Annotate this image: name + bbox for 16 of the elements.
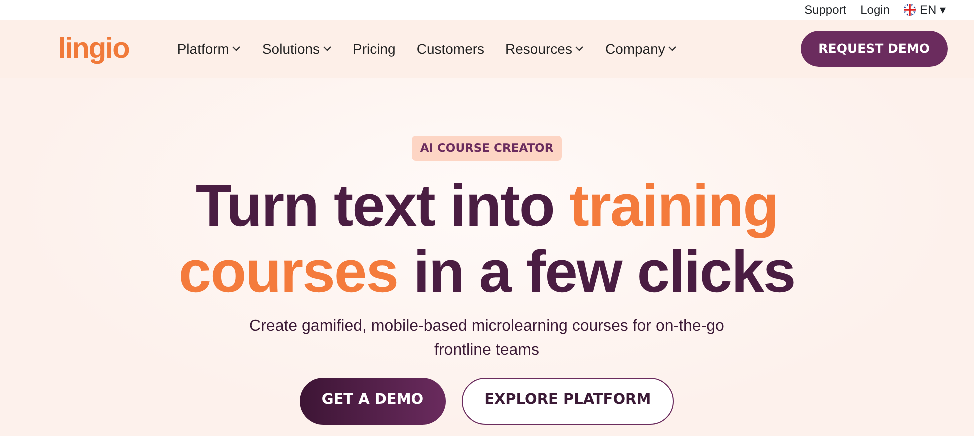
explore-button[interactable]: EXPLORE PLATFORM [462,378,674,425]
demo-button[interactable]: GET A DEMO [300,378,446,425]
top-link[interactable]: Support [804,1,847,19]
subtitle: Create gamified, mobile-based microlearning courses for on-the-go frontline teams [248,317,726,361]
flag-icon [904,4,916,16]
language-selector[interactable]: EN ▾ [904,1,946,19]
request-demo-button[interactable]: REQUEST DEMO [800,30,948,68]
nav-link[interactable]: Resources [506,38,584,60]
nav-link[interactable]: Customers [416,38,485,60]
nav-link[interactable]: Company [605,38,678,60]
headline: Turn text into training courses in a few clicks [178,173,796,306]
nav-link[interactable]: Platform [177,38,242,60]
nav-link[interactable]: Pricing [353,38,396,60]
nav-link[interactable]: Solutions [262,38,332,60]
category-tag: AI COURSE CREATOR [412,136,562,162]
top-link[interactable]: Login [860,1,890,19]
